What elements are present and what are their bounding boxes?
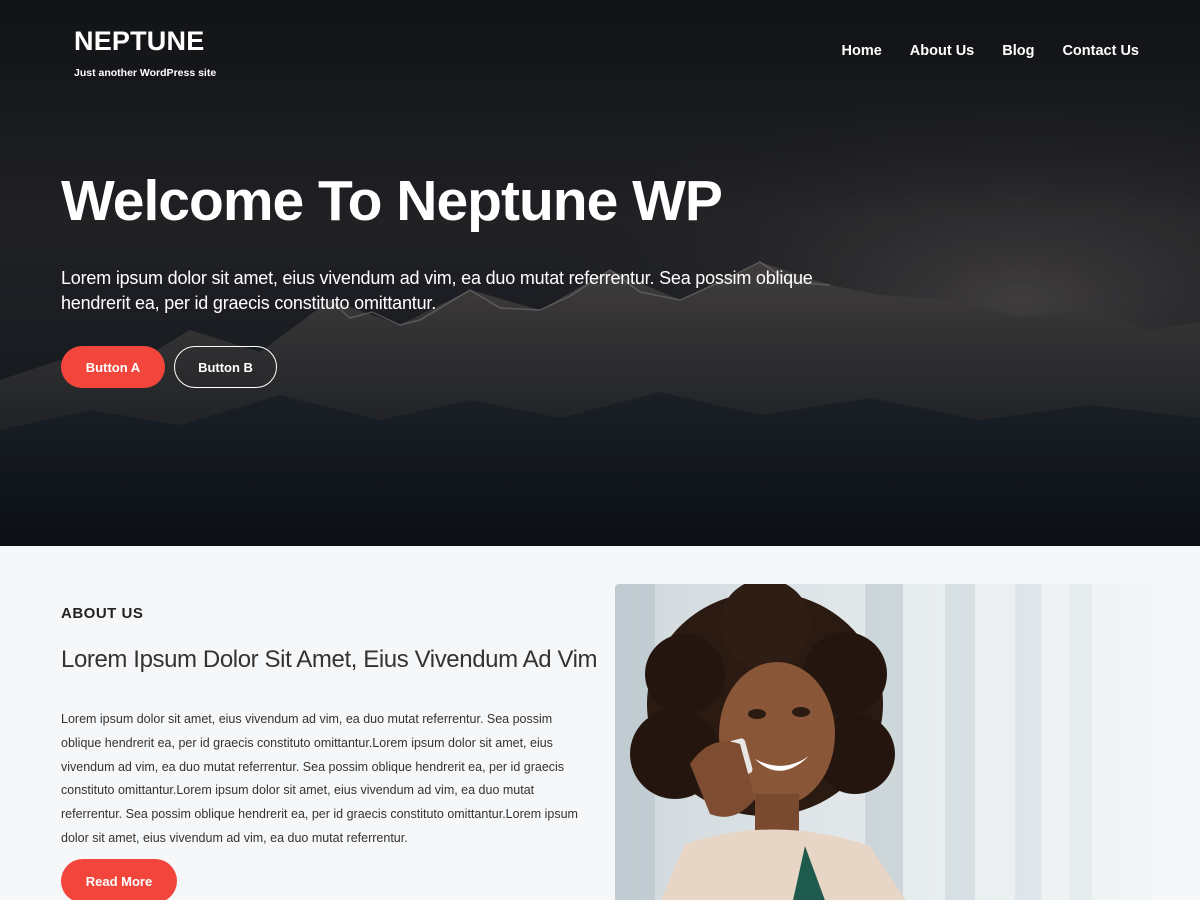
site-branding[interactable]: NEPTUNE Just another WordPress site — [74, 26, 216, 79]
button-a[interactable]: Button A — [61, 346, 165, 388]
hero-section: NEPTUNE Just another WordPress site Home… — [0, 0, 1200, 546]
button-b[interactable]: Button B — [174, 346, 277, 388]
nav-item-about-us[interactable]: About Us — [910, 43, 974, 59]
nav-item-contact-us[interactable]: Contact Us — [1062, 43, 1139, 59]
about-body-text: Lorem ipsum dolor sit amet, eius vivendu… — [61, 712, 578, 845]
site-tagline: Just another WordPress site — [74, 67, 217, 79]
read-more-button[interactable]: Read More — [61, 859, 177, 900]
about-kicker: ABOUT US — [61, 605, 144, 622]
hero-text: Lorem ipsum dolor sit amet, eius vivendu… — [61, 268, 813, 313]
site-title[interactable]: NEPTUNE — [74, 26, 216, 57]
nav-item-home[interactable]: Home — [842, 43, 882, 59]
about-image — [615, 584, 1152, 900]
about-heading: Lorem Ipsum Dolor Sit Amet, Eius Vivendu… — [61, 646, 598, 673]
about-section: ABOUT US Lorem Ipsum Dolor Sit Amet, Eiu… — [0, 546, 1200, 900]
hero-title: Welcome To Neptune WP — [61, 169, 723, 233]
main-navigation: Home About Us Blog Contact Us — [842, 43, 1140, 59]
nav-item-blog[interactable]: Blog — [1002, 43, 1034, 59]
smiling-woman-photo — [615, 584, 1152, 900]
